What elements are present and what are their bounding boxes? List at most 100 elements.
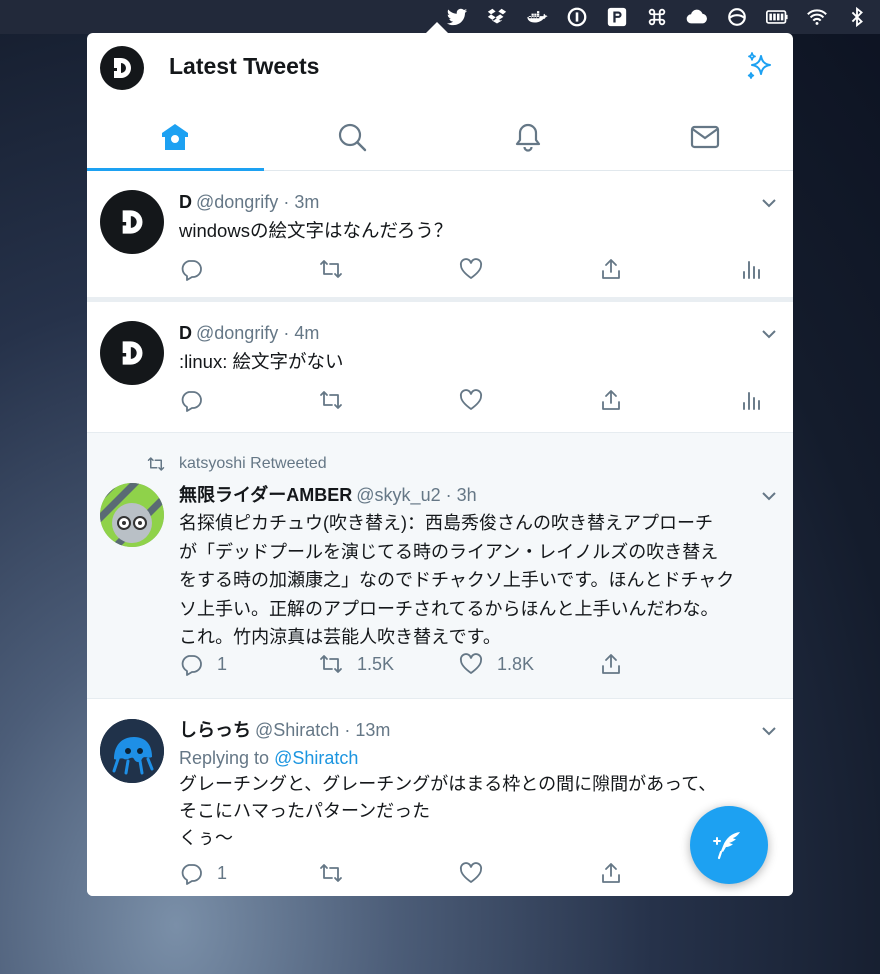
tweet-time[interactable]: 3h [457, 485, 477, 505]
tweet-text-line: グレーチングと、グレーチングがはまる枠との間に隙間があって、 [179, 774, 717, 794]
d-logo-icon [122, 210, 143, 234]
tweet-time[interactable]: 4m [294, 323, 319, 343]
retweeted-by[interactable]: katsyoshi Retweeted [179, 455, 327, 473]
dropbox-icon[interactable] [486, 6, 508, 28]
bluetooth-icon[interactable] [846, 6, 868, 28]
author-name[interactable]: しらっち [179, 720, 251, 740]
tweet-time[interactable]: 13m [355, 720, 390, 740]
tweet[interactable]: D @dongrify · 4m :linux: 絵文字がない [87, 302, 793, 433]
reply-count: 1 [217, 653, 228, 674]
sync-icon[interactable] [726, 6, 748, 28]
d-logo-icon [122, 341, 143, 365]
retweet-icon [320, 260, 342, 278]
replying-to-link[interactable]: @Shiratch [274, 748, 358, 768]
avatar[interactable] [100, 483, 164, 547]
tweet-text-line: これ。竹内涼真は芸能人吹き替えです。 [179, 627, 501, 647]
chevron-down-icon[interactable] [759, 721, 779, 741]
share-button[interactable] [599, 651, 623, 677]
cloud-icon[interactable] [686, 6, 708, 28]
avatar[interactable] [100, 719, 164, 783]
reply-button[interactable]: 1 [179, 651, 227, 677]
tweet-text: グレーチングと、グレーチングがはまる枠との間に隙間があって、 そこにハマったパタ… [179, 771, 779, 852]
header: Latest Tweets [87, 33, 793, 103]
tweet[interactable]: D @dongrify · 3m windowsの絵文字はなんだろう？ [87, 171, 793, 302]
avatar[interactable] [100, 321, 164, 385]
reply-button[interactable]: 1 [179, 860, 227, 886]
scrivener-icon[interactable] [606, 6, 628, 28]
tweet-text: windowsの絵文字はなんだろう？ [179, 220, 453, 241]
retweet-button[interactable] [319, 387, 343, 413]
envelope-icon [690, 125, 719, 148]
tweet-text: 名探偵ピカチュウ(吹き替え)：西島秀俊さんの吹き替えアプローチ が「デッドプール… [179, 509, 779, 652]
author-name[interactable]: D [179, 323, 192, 343]
analytics-button[interactable] [739, 256, 763, 282]
tweet-text-line: くぅ〜 [179, 828, 233, 848]
command-icon[interactable] [646, 6, 668, 28]
compose-tweet-button[interactable] [690, 806, 768, 884]
docker-icon[interactable] [526, 6, 548, 28]
tweet-header: D @dongrify · 4m [179, 320, 779, 346]
reply-icon [181, 655, 202, 676]
avatar[interactable] [100, 46, 144, 90]
tab-search[interactable] [264, 103, 441, 170]
like-button[interactable]: 1.8K [459, 651, 534, 677]
1password-icon[interactable] [566, 6, 588, 28]
wifi-icon[interactable] [806, 6, 828, 28]
reply-button[interactable] [179, 256, 203, 282]
analytics-icon [743, 392, 760, 410]
chevron-down-icon[interactable] [759, 324, 779, 344]
author-handle[interactable]: @dongrify [196, 323, 278, 343]
sparkle-icon[interactable] [745, 51, 777, 83]
tweet-header: 無限ライダーAMBER @skyk_u2 · 3h [179, 482, 779, 508]
like-button[interactable] [459, 387, 483, 413]
tweet-time[interactable]: 3m [294, 192, 319, 212]
author-handle[interactable]: @Shiratch [255, 720, 339, 740]
retweet-context: katsyoshi Retweeted [147, 455, 327, 473]
heart-icon [459, 862, 483, 883]
tweet-text-line: をする時の加瀬康之」なのでドチャクソ上手いです。ほんとドチャク [179, 570, 735, 590]
retweet-icon [320, 655, 342, 673]
share-icon [602, 259, 620, 279]
retweet-icon [320, 391, 342, 409]
jellyfish-avatar-icon [100, 719, 164, 783]
twitter-icon[interactable] [446, 6, 468, 28]
heart-icon [459, 653, 483, 674]
tweet-text-line: そこにハマったパターンだった [179, 801, 431, 821]
tweet[interactable]: しらっち @Shiratch · 13m Replying to @Shiratch … [87, 699, 793, 896]
chevron-down-icon[interactable] [759, 193, 779, 213]
battery-icon[interactable] [766, 6, 788, 28]
tab-home[interactable] [87, 103, 264, 171]
share-button[interactable] [599, 387, 623, 413]
share-button[interactable] [599, 860, 623, 886]
like-button[interactable] [459, 256, 483, 282]
avatar[interactable] [100, 190, 164, 254]
analytics-icon [743, 261, 760, 279]
search-icon [338, 123, 366, 151]
retweet-button[interactable]: 1.5K [319, 651, 394, 677]
compose-feather-icon [713, 832, 740, 860]
separator-dot: · [283, 192, 290, 212]
share-button[interactable] [599, 256, 623, 282]
like-button[interactable] [459, 860, 483, 886]
retweet-button[interactable] [319, 860, 343, 886]
reply-button[interactable] [179, 387, 203, 413]
reply-icon [181, 864, 202, 885]
author-name[interactable]: 無限ライダーAMBER [179, 485, 352, 505]
tweet-body: しらっち @Shiratch · 13m Replying to @Shiratch … [179, 717, 779, 852]
author-name[interactable]: D [179, 192, 192, 212]
tab-bar [87, 103, 793, 171]
tweet[interactable]: katsyoshi Retweeted 無限ライダーAMBER @skyk_u2 ·… [87, 433, 793, 699]
separator-dot: · [344, 720, 351, 740]
analytics-button[interactable] [739, 387, 763, 413]
author-handle[interactable]: @skyk_u2 [356, 485, 440, 505]
retweet-button[interactable] [319, 256, 343, 282]
tab-notifications[interactable] [440, 103, 617, 170]
replying-to-prefix: Replying to [179, 748, 275, 768]
chevron-down-icon[interactable] [759, 486, 779, 506]
share-icon [602, 654, 620, 674]
tab-messages[interactable] [617, 103, 794, 170]
author-handle[interactable]: @dongrify [196, 192, 278, 212]
separator-dot: · [445, 485, 452, 505]
like-count: 1.8K [497, 653, 535, 674]
retweet-icon [147, 457, 165, 471]
